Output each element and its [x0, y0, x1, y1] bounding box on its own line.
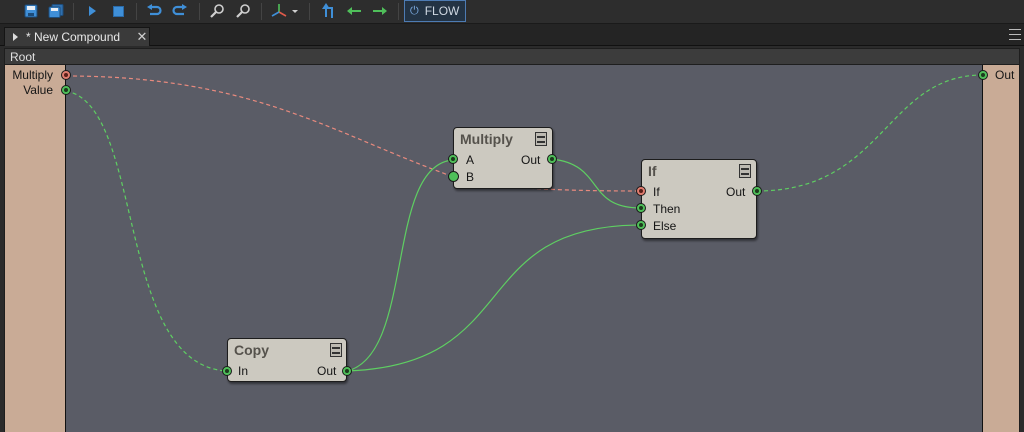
- if-port-out[interactable]: [752, 186, 762, 196]
- flow-toggle-button[interactable]: ⏻ FLOW: [404, 0, 466, 22]
- if-port-if[interactable]: [636, 186, 646, 196]
- port-label-else: Else: [653, 219, 677, 233]
- save-all-icon[interactable]: [47, 2, 65, 20]
- port-label-then: Then: [653, 202, 681, 216]
- port-label-in: In: [238, 364, 249, 378]
- multiply-port-a[interactable]: [448, 154, 458, 164]
- node-title: If: [648, 163, 657, 179]
- wire-value-to-copy: [65, 90, 228, 372]
- zoom-in-icon[interactable]: [207, 2, 227, 20]
- tab-bar: * New Compound ✕: [0, 24, 1024, 46]
- toolbar: ⏻ FLOW: [0, 0, 1024, 24]
- back-arrow-icon[interactable]: [344, 2, 364, 20]
- wire-copy-to-a: [346, 159, 454, 372]
- output-port-out[interactable]: [978, 70, 988, 80]
- breadcrumb: Root: [4, 48, 1020, 65]
- node-title: Multiply: [460, 131, 513, 147]
- port-label-out: Out: [521, 153, 541, 167]
- port-label-out: Out: [317, 364, 337, 378]
- if-port-then[interactable]: [636, 203, 646, 213]
- port-label-b: B: [466, 170, 475, 184]
- save-icon[interactable]: [22, 2, 40, 20]
- run-icon[interactable]: [83, 2, 101, 20]
- multiply-port-out[interactable]: [547, 154, 557, 164]
- input-port-multiply[interactable]: [61, 70, 71, 80]
- node-menu-icon[interactable]: [739, 164, 751, 178]
- tab-new-compound[interactable]: * New Compound ✕: [4, 27, 150, 46]
- wire-if-to-out: [756, 74, 984, 192]
- copy-port-out[interactable]: [342, 366, 352, 376]
- compound-editor: ⏻ FLOW * New Compound ✕ Root Multiply Va…: [0, 0, 1024, 432]
- power-icon: ⏻: [410, 4, 419, 17]
- node-menu-icon[interactable]: [330, 343, 342, 357]
- port-label-if: If: [653, 185, 660, 199]
- tab-expand-icon[interactable]: [13, 33, 18, 41]
- tab-title: * New Compound: [26, 30, 121, 44]
- undo-icon[interactable]: [144, 2, 164, 20]
- port-label-a: A: [466, 153, 475, 167]
- breadcrumb-root[interactable]: Root: [10, 50, 35, 64]
- up-level-icon[interactable]: [318, 2, 338, 20]
- if-port-else[interactable]: [636, 220, 646, 230]
- node-copy[interactable]: Copy In Out: [227, 338, 347, 382]
- wire-copy-to-else: [346, 224, 642, 372]
- redo-icon[interactable]: [170, 2, 190, 20]
- close-icon[interactable]: ✕: [135, 30, 149, 43]
- node-title: Copy: [234, 342, 269, 358]
- forward-arrow-icon[interactable]: [370, 2, 390, 20]
- graph-canvas[interactable]: Multiply Value Out Multiply A B Out If I…: [4, 65, 1020, 432]
- zoom-out-icon[interactable]: [233, 2, 253, 20]
- stop-icon[interactable]: [109, 2, 127, 20]
- connections-layer: [65, 74, 984, 372]
- node-if[interactable]: If If Then Else Out: [641, 159, 757, 239]
- node-multiply[interactable]: Multiply A B Out: [453, 127, 553, 189]
- port-label-out: Out: [726, 185, 746, 199]
- flow-label: FLOW: [424, 4, 460, 18]
- wire-multiply-to-b: [65, 75, 455, 178]
- multiply-port-b[interactable]: [448, 171, 459, 182]
- hamburger-menu-icon[interactable]: [1009, 29, 1021, 40]
- axis-icon[interactable]: [268, 2, 300, 20]
- input-port-value[interactable]: [61, 85, 71, 95]
- wire-multiply-to-then: [551, 158, 642, 209]
- copy-port-in[interactable]: [222, 366, 232, 376]
- node-menu-icon[interactable]: [535, 132, 547, 146]
